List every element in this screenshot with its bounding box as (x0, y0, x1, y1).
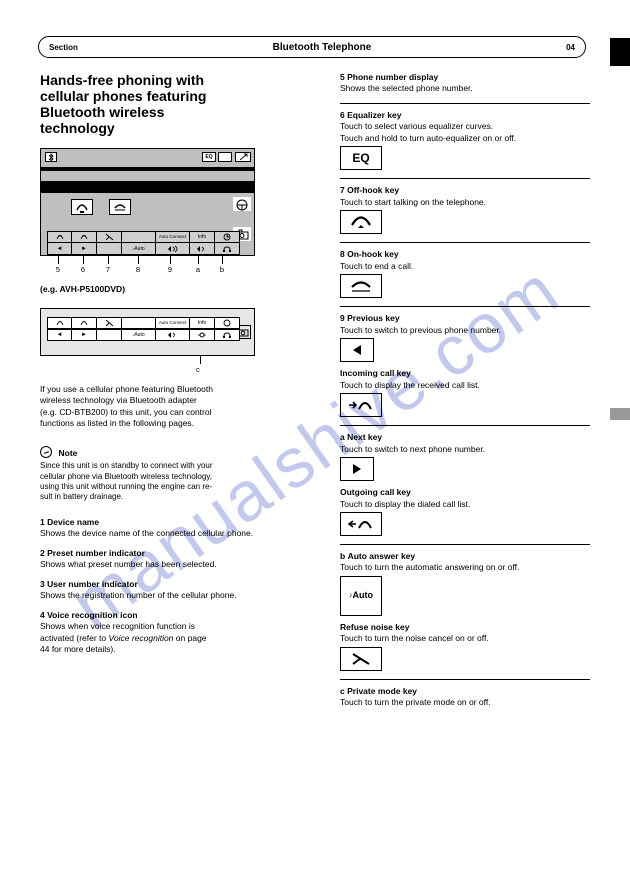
model-note: (e.g. AVH-P5100DVD) (40, 284, 320, 295)
eq-indicator: EQ (202, 152, 216, 162)
section-title: Bluetooth Telephone (99, 42, 545, 53)
onhook-mini-icon (109, 199, 131, 215)
screen-mock-alt: Auto Connect Info ◄ ► ♪Auto (40, 308, 255, 356)
note-icon (40, 446, 52, 458)
callout-desc-1: 1 Device name Shows the device name of t… (40, 517, 320, 540)
outgoing-key-icon (340, 512, 382, 536)
callout-ticks: 5 6 7 8 9 a b (40, 256, 255, 276)
callout-desc-4: 4 Voice recognition icon Shows when voic… (40, 610, 320, 656)
section-label: Section (49, 43, 78, 52)
item-7: 7 Off-hook key Touch to start talking on… (340, 185, 590, 234)
screen-mock-main: EQ (40, 148, 255, 256)
section-header: Section Bluetooth Telephone 04 (38, 36, 586, 58)
offhook-key-icon (340, 210, 382, 234)
note-block: Note Since this unit is on standby to co… (40, 444, 320, 503)
page-edge-mark (610, 38, 630, 66)
callout-desc-3: 3 User number indicator Shows the regist… (40, 579, 320, 602)
bluetooth-icon (48, 153, 55, 162)
prev-key-icon (340, 338, 374, 362)
item-6: 6 Equalizer key Touch to select various … (340, 110, 590, 170)
signal-indicator (218, 152, 232, 162)
auto-answer-key: ♪Auto (340, 576, 382, 616)
page-side-tab (610, 408, 630, 420)
callout-c: c (196, 365, 200, 374)
callout-desc-2: 2 Preset number indicator Shows what pre… (40, 548, 320, 571)
steering-icon (233, 197, 251, 211)
next-key-icon (340, 457, 374, 481)
offhook-mini-icon (71, 199, 93, 215)
section-number: 04 (545, 43, 575, 52)
item-b: b Auto answer key Touch to turn the auto… (340, 551, 590, 671)
item-c: c Private mode key Touch to turn the pri… (340, 686, 590, 709)
incoming-key-icon (340, 393, 382, 417)
item-9: 9 Previous key Touch to switch to previo… (340, 313, 590, 417)
page-heading: Hands-free phoning with cellular phones … (40, 72, 320, 136)
onhook-key-icon (340, 274, 382, 298)
noise-cancel-key-icon (340, 647, 382, 671)
item-5: 5 Phone number display Shows the selecte… (340, 72, 590, 95)
item-a: a Next key Touch to switch to next phone… (340, 432, 590, 536)
intro-text: If you use a cellular phone featuring Bl… (40, 384, 320, 430)
eq-key: EQ (340, 146, 382, 170)
expand-icon (235, 152, 251, 162)
item-8: 8 On-hook key Touch to end a call. (340, 249, 590, 298)
